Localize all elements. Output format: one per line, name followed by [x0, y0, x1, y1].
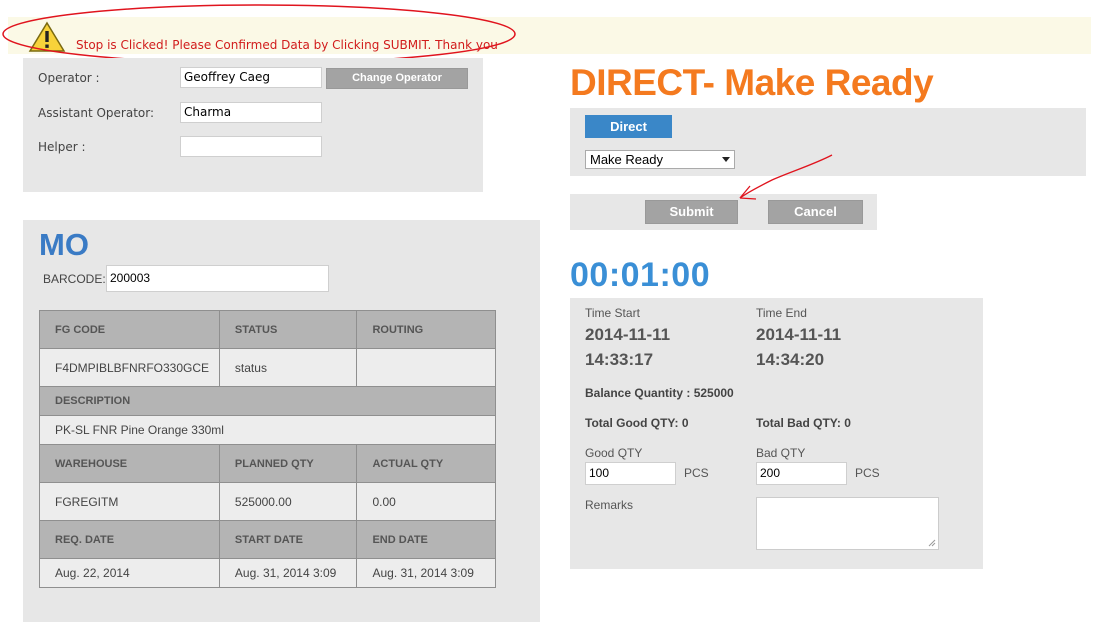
balance-quantity: Balance Quantity : 525000	[585, 386, 734, 400]
description-cell: PK-SL FNR Pine Orange 330ml	[39, 415, 496, 445]
total-bad-qty: Total Bad QTY: 0	[756, 416, 851, 430]
time-end-time: 14:34:20	[756, 350, 825, 369]
actual-qty-cell: 0.00	[356, 482, 496, 521]
remarks-textarea[interactable]	[756, 497, 939, 550]
assistant-operator-field[interactable]: Charma	[180, 102, 322, 123]
warehouse-cell: FGREGITM	[39, 482, 220, 521]
annotation-arrow	[739, 154, 833, 200]
bad-qty-field[interactable]: 200	[756, 462, 847, 485]
direct-button[interactable]: Direct	[585, 115, 672, 138]
time-end-label: Time End	[756, 306, 807, 320]
planned-qty-header: PLANNED QTY	[218, 444, 358, 483]
mo-title: MO	[39, 227, 89, 262]
time-start-time: 14:33:17	[585, 350, 654, 369]
planned-qty-cell: 525000.00	[218, 482, 358, 521]
end-date-header: END DATE	[356, 520, 496, 559]
helper-label: Helper :	[38, 140, 86, 154]
status-header: STATUS	[218, 310, 358, 349]
operator-label: Operator :	[38, 71, 100, 85]
barcode-label: BARCODE:	[43, 272, 106, 286]
time-start-date: 2014-11-11	[585, 325, 671, 344]
resize-grip-icon[interactable]	[927, 538, 936, 547]
end-date-cell: Aug. 31, 2014 3:09	[356, 558, 496, 588]
barcode-field[interactable]: 200003	[106, 265, 329, 292]
req-date-cell: Aug. 22, 2014	[39, 558, 220, 588]
status-cell: status	[218, 348, 358, 387]
fg-code-cell: F4DMPIBLBFNRFO330GCE	[39, 348, 220, 387]
elapsed-timer: 00:01:00	[570, 256, 711, 294]
mode-select[interactable]: Make Ready	[585, 150, 735, 169]
helper-field[interactable]	[180, 136, 322, 157]
actual-qty-header: ACTUAL QTY	[356, 444, 496, 483]
bad-qty-unit: PCS	[855, 466, 880, 480]
time-end-date: 2014-11-11	[756, 325, 842, 344]
remarks-label: Remarks	[585, 498, 634, 512]
total-good-qty: Total Good QTY: 0	[585, 416, 689, 430]
good-qty-field[interactable]: 100	[585, 462, 676, 485]
operator-field[interactable]: Geoffrey Caeg	[180, 67, 322, 88]
start-date-header: START DATE	[218, 520, 358, 559]
description-header: DESCRIPTION	[39, 386, 496, 416]
warehouse-header: WAREHOUSE	[39, 444, 220, 483]
mo-table: FG CODE STATUS ROUTING F4DMPIBLBFNRFO330…	[39, 310, 496, 588]
good-qty-unit: PCS	[684, 466, 709, 480]
assistant-operator-label: Assistant Operator:	[38, 106, 155, 120]
annotation-ellipse	[2, 4, 516, 64]
mode-select-value: Make Ready	[590, 152, 663, 167]
page-title: DIRECT- Make Ready	[570, 62, 934, 103]
time-start-label: Time Start	[585, 306, 640, 320]
routing-header: ROUTING	[356, 310, 496, 349]
change-operator-button[interactable]: Change Operator	[326, 68, 468, 89]
good-qty-label: Good QTY	[585, 446, 643, 460]
routing-cell	[356, 348, 496, 387]
start-date-cell: Aug. 31, 2014 3:09	[218, 558, 358, 588]
req-date-header: REQ. DATE	[39, 520, 220, 559]
fg-code-header: FG CODE	[39, 310, 220, 349]
bad-qty-label: Bad QTY	[756, 446, 806, 460]
